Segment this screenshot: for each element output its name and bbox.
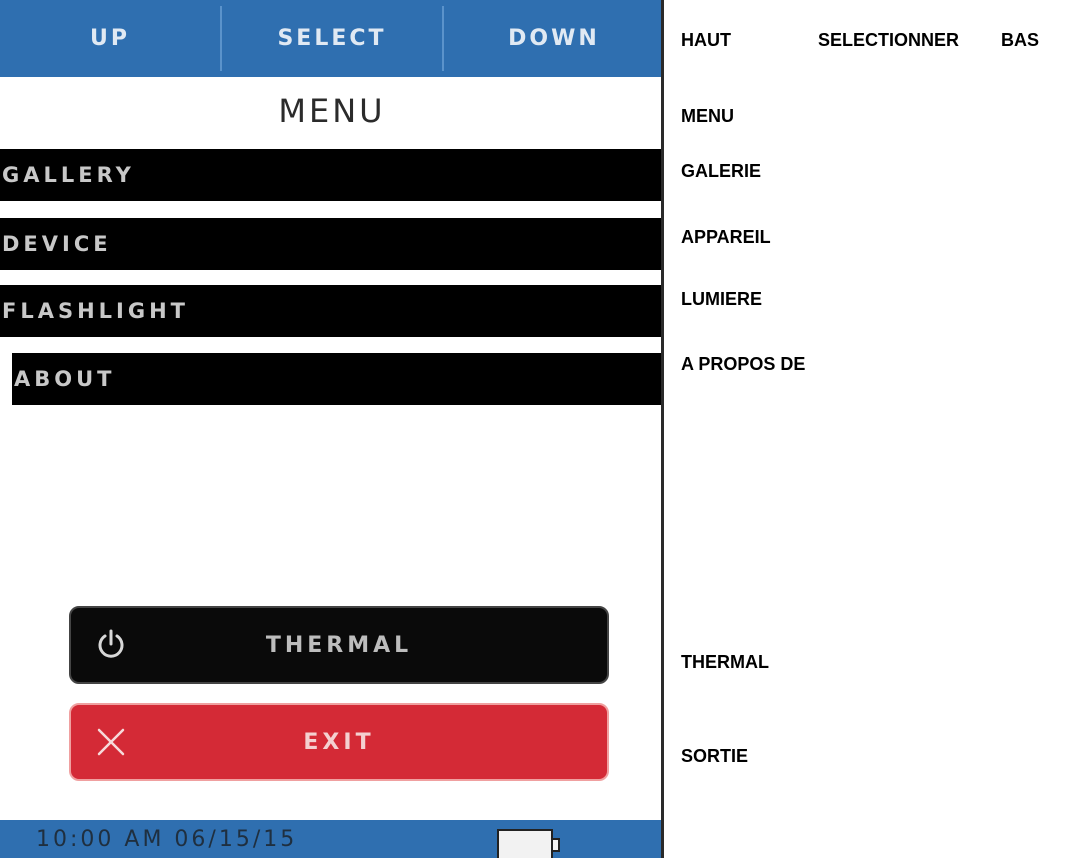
exit-label: EXIT	[303, 729, 375, 755]
top-button-bar: UP SELECT DOWN	[0, 0, 661, 77]
menu-item-flashlight[interactable]: FLASHLIGHT	[0, 285, 661, 337]
thermal-button[interactable]: THERMAL	[69, 606, 609, 684]
translation-flashlight: LUMIERE	[681, 289, 762, 309]
translation-gallery: GALERIE	[681, 161, 762, 181]
thermal-label: THERMAL	[265, 632, 413, 658]
translation-about: A PROPOS DE	[681, 354, 806, 374]
power-icon	[85, 619, 137, 671]
down-button[interactable]: DOWN	[444, 0, 661, 77]
translation-menu: MENU	[681, 106, 734, 126]
menu-item-device[interactable]: DEVICE	[0, 218, 661, 270]
translation-up: HAUT	[681, 30, 731, 50]
status-bar: 10:00 AM 06/15/15	[0, 820, 661, 858]
translation-down: BAS	[1001, 30, 1040, 50]
translation-select: SELECTIONNER	[818, 30, 960, 50]
translation-exit: SORTIE	[681, 746, 749, 766]
device-screen: UP SELECT DOWN MENU GALLERY DEVICE FLASH…	[0, 0, 664, 858]
menu-item-gallery[interactable]: GALLERY	[0, 149, 661, 201]
menu-item-about[interactable]: ABOUT	[12, 353, 661, 405]
translation-thermal: THERMAL	[681, 652, 769, 672]
status-time: 10:00 AM 06/15/15	[36, 826, 298, 852]
page-title: MENU	[278, 92, 386, 130]
select-button[interactable]: SELECT	[222, 0, 442, 77]
exit-button[interactable]: EXIT	[69, 703, 609, 781]
translation-device: APPAREIL	[681, 227, 771, 247]
close-icon	[85, 716, 137, 768]
up-button[interactable]: UP	[0, 0, 220, 77]
battery-icon	[496, 828, 562, 858]
